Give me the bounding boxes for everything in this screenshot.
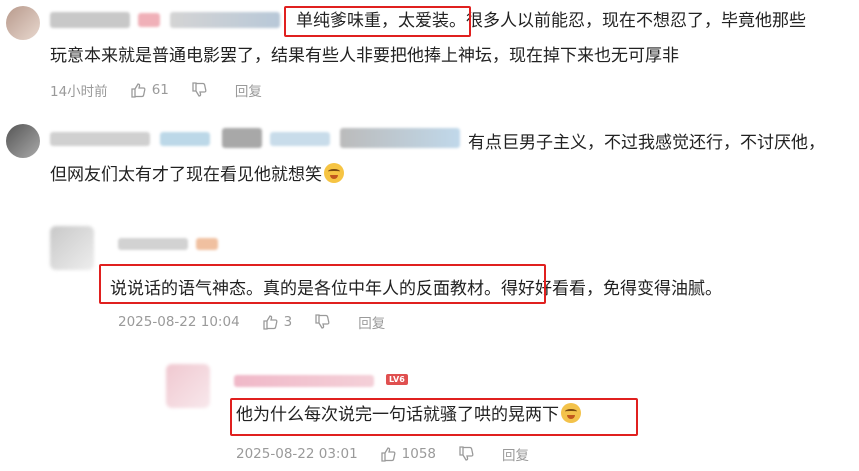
comment-text: 说说话的语气神态。真的是各位中年人的反面教材。得好好看看，免得变得油腻。 bbox=[110, 279, 722, 299]
username-blurred bbox=[138, 13, 160, 27]
comment-text-line1: 有点巨男子主义，不过我感觉还行，不讨厌他， bbox=[468, 133, 825, 153]
dislike-button[interactable] bbox=[314, 314, 336, 330]
thumbs-down-icon bbox=[314, 314, 330, 330]
timestamp: 2025-08-22 03:01 bbox=[236, 446, 358, 462]
thumbs-down-icon bbox=[191, 82, 207, 98]
reply-button[interactable]: 回复 bbox=[358, 312, 385, 332]
like-button[interactable]: 1058 bbox=[380, 446, 436, 462]
comment-text-wrap: 他为什么每次说完一句话就骚了哄的晃两下 bbox=[236, 402, 581, 428]
username-blurred[interactable] bbox=[50, 12, 130, 28]
comment-meta: 14小时前 61 回复 bbox=[50, 80, 284, 100]
thumbs-up-icon bbox=[130, 82, 146, 98]
username-blurred bbox=[160, 132, 210, 146]
username-blurred[interactable] bbox=[118, 238, 188, 250]
thumbs-up-icon bbox=[380, 446, 396, 462]
username-blurred bbox=[222, 128, 262, 148]
reply-button[interactable]: 回复 bbox=[235, 80, 262, 100]
timestamp: 2025-08-22 10:04 bbox=[118, 314, 240, 330]
thumbs-up-icon bbox=[262, 314, 278, 330]
comment-meta: 2025-08-22 10:04 3 回复 bbox=[118, 312, 407, 332]
avatar[interactable] bbox=[6, 6, 40, 40]
avatar[interactable] bbox=[50, 226, 94, 270]
username-blurred bbox=[170, 12, 280, 28]
comment-text-line2: 但网友们太有才了现在看见他就想笑 bbox=[50, 165, 322, 185]
like-button[interactable]: 61 bbox=[130, 82, 169, 98]
comment-text-line2-wrap: 但网友们太有才了现在看见他就想笑 bbox=[50, 162, 344, 188]
avatar[interactable] bbox=[6, 124, 40, 158]
like-count: 3 bbox=[283, 314, 293, 330]
smirk-emoji-icon bbox=[561, 403, 581, 423]
reply-button[interactable]: 回复 bbox=[502, 444, 529, 464]
like-count: 61 bbox=[151, 82, 169, 98]
dislike-button[interactable] bbox=[191, 82, 213, 98]
timestamp: 14小时前 bbox=[50, 84, 108, 100]
comment-text: 他为什么每次说完一句话就骚了哄的晃两下 bbox=[236, 405, 559, 425]
thumbs-down-icon bbox=[458, 446, 474, 462]
avatar[interactable] bbox=[166, 364, 210, 408]
comment-text-line1: 单纯爹味重，太爱装。很多人以前能忍，现在不想忍了，毕竟他那些 bbox=[296, 11, 806, 31]
username-blurred bbox=[196, 238, 218, 250]
laughing-emoji-icon bbox=[324, 163, 344, 183]
level-badge: LV6 bbox=[386, 374, 408, 385]
like-count: 1058 bbox=[401, 446, 437, 462]
dislike-button[interactable] bbox=[458, 446, 480, 462]
username-blurred bbox=[340, 128, 460, 148]
username-blurred[interactable] bbox=[234, 375, 374, 387]
like-button[interactable]: 3 bbox=[262, 314, 293, 330]
comment-meta: 2025-08-22 03:01 1058 回复 bbox=[236, 444, 551, 464]
username-blurred[interactable] bbox=[50, 132, 150, 146]
comment-text-line2: 玩意本来就是普通电影罢了，结果有些人非要把他捧上神坛，现在掉下来也无可厚非 bbox=[50, 46, 679, 66]
username-blurred bbox=[270, 132, 330, 146]
